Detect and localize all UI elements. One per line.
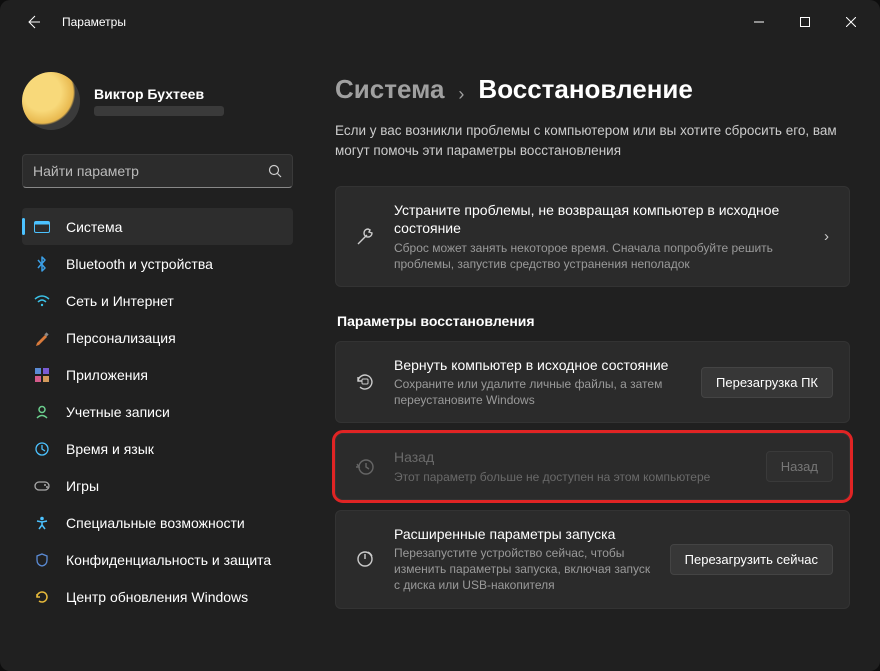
card-advanced-startup: Расширенные параметры запуска Перезапуст… <box>335 510 850 609</box>
card-subtitle: Сброс может занять некоторое время. Снач… <box>394 240 808 272</box>
window-controls <box>736 6 874 38</box>
account-email <box>94 106 224 116</box>
close-button[interactable] <box>828 6 874 38</box>
wrench-icon <box>352 224 378 250</box>
bluetooth-icon <box>32 254 52 274</box>
restart-now-button[interactable]: Перезагрузить сейчас <box>670 544 833 575</box>
main-panel: Система › Восстановление Если у вас возн… <box>305 44 880 671</box>
app-title: Параметры <box>62 15 126 29</box>
content: Виктор Бухтеев Система Bluetooth и устро… <box>0 44 880 671</box>
nav-label: Специальные возможности <box>66 515 245 531</box>
time-language-icon <box>32 439 52 459</box>
search-input[interactable] <box>33 163 268 179</box>
minimize-button[interactable] <box>736 6 782 38</box>
nav: Система Bluetooth и устройства Сеть и Ин… <box>22 208 293 671</box>
nav-item-system[interactable]: Система <box>22 208 293 245</box>
card-subtitle: Этот параметр больше не доступен на этом… <box>394 469 754 485</box>
nav-label: Конфиденциальность и защита <box>66 552 271 568</box>
nav-item-gaming[interactable]: Игры <box>22 467 293 504</box>
history-icon <box>352 454 378 480</box>
maximize-button[interactable] <box>782 6 828 38</box>
gaming-icon <box>32 476 52 496</box>
chevron-right-icon: › <box>820 228 833 245</box>
card-subtitle: Сохраните или удалите личные файлы, а за… <box>394 376 689 408</box>
nav-label: Система <box>66 219 122 235</box>
system-icon <box>32 217 52 237</box>
profile-block[interactable]: Виктор Бухтеев <box>22 72 293 130</box>
nav-label: Приложения <box>66 367 148 383</box>
nav-item-accessibility[interactable]: Специальные возможности <box>22 504 293 541</box>
nav-item-bluetooth[interactable]: Bluetooth и устройства <box>22 245 293 282</box>
card-reset-pc: Вернуть компьютер в исходное состояние С… <box>335 341 850 424</box>
privacy-icon <box>32 550 52 570</box>
nav-item-accounts[interactable]: Учетные записи <box>22 393 293 430</box>
nav-label: Игры <box>66 478 99 494</box>
card-go-back: Назад Этот параметр больше не доступен н… <box>335 433 850 499</box>
network-icon <box>32 291 52 311</box>
card-title: Расширенные параметры запуска <box>394 525 658 543</box>
nav-item-windows-update[interactable]: Центр обновления Windows <box>22 578 293 615</box>
settings-window: Параметры Виктор Бухтеев <box>0 0 880 671</box>
accounts-icon <box>32 402 52 422</box>
nav-item-privacy[interactable]: Конфиденциальность и защита <box>22 541 293 578</box>
card-title: Назад <box>394 448 754 466</box>
search-box[interactable] <box>22 154 293 188</box>
nav-label: Центр обновления Windows <box>66 589 248 605</box>
nav-label: Время и язык <box>66 441 154 457</box>
sidebar: Виктор Бухтеев Система Bluetooth и устро… <box>0 44 305 671</box>
nav-label: Персонализация <box>66 330 176 346</box>
nav-label: Bluetooth и устройства <box>66 256 213 272</box>
card-title: Устраните проблемы, не возвращая компьют… <box>394 201 808 237</box>
go-back-button: Назад <box>766 451 833 482</box>
nav-label: Сеть и Интернет <box>66 293 174 309</box>
section-header: Параметры восстановления <box>337 313 850 329</box>
nav-item-personalization[interactable]: Персонализация <box>22 319 293 356</box>
avatar <box>22 72 80 130</box>
card-troubleshoot[interactable]: Устраните проблемы, не возвращая компьют… <box>335 186 850 287</box>
reset-icon <box>352 369 378 395</box>
breadcrumb-parent[interactable]: Система <box>335 74 444 105</box>
breadcrumb: Система › Восстановление <box>335 74 850 105</box>
card-subtitle: Перезапустите устройство сейчас, чтобы и… <box>394 545 658 594</box>
nav-item-time-language[interactable]: Время и язык <box>22 430 293 467</box>
back-button[interactable] <box>18 7 48 37</box>
username: Виктор Бухтеев <box>94 86 224 102</box>
power-restart-icon <box>352 546 378 572</box>
search-icon <box>268 164 282 178</box>
chevron-right-icon: › <box>458 84 464 105</box>
card-title: Вернуть компьютер в исходное состояние <box>394 356 689 374</box>
reset-pc-button[interactable]: Перезагрузка ПК <box>701 367 833 398</box>
titlebar: Параметры <box>0 0 880 44</box>
page-title: Восстановление <box>478 74 692 105</box>
personalization-icon <box>32 328 52 348</box>
nav-item-network[interactable]: Сеть и Интернет <box>22 282 293 319</box>
apps-icon <box>32 365 52 385</box>
nav-item-apps[interactable]: Приложения <box>22 356 293 393</box>
windows-update-icon <box>32 587 52 607</box>
nav-label: Учетные записи <box>66 404 170 420</box>
intro-text: Если у вас возникли проблемы с компьютер… <box>335 121 845 160</box>
accessibility-icon <box>32 513 52 533</box>
